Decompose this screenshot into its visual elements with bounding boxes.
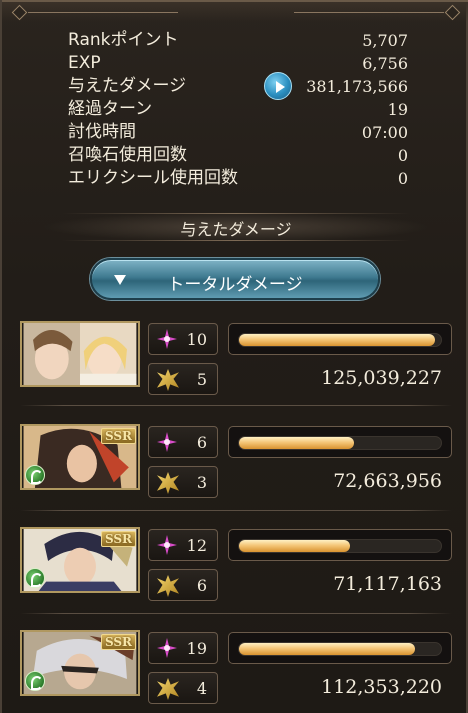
character-row: SSR 19 4 112,353,220 bbox=[2, 630, 468, 713]
ssr-badge: SSR bbox=[100, 428, 136, 444]
stat-summon-uses: 召喚石使用回数 0 bbox=[68, 145, 408, 165]
battle-stats: Rankポイント 5,707 EXP 6,756 与えたダメージ 381,173… bbox=[68, 29, 408, 190]
character-row: 10 5 125,039,227 bbox=[2, 321, 468, 421]
stat-elixir-uses: エリクシール使用回数 0 bbox=[68, 168, 408, 188]
stat-damage-dealt: 与えたダメージ 381,173,566 bbox=[68, 72, 408, 100]
damage-type-dropdown[interactable]: トータルダメージ bbox=[90, 258, 380, 300]
divider bbox=[20, 613, 452, 614]
ougi-count-box: 4 bbox=[148, 672, 218, 704]
divider bbox=[20, 405, 452, 406]
turn-count-box: 19 bbox=[148, 632, 218, 664]
stat-rank-points: Rankポイント 5,707 bbox=[68, 30, 408, 50]
section-title: 与えたダメージ bbox=[180, 220, 292, 239]
wind-element-icon bbox=[25, 568, 45, 588]
character-portrait[interactable]: SSR bbox=[20, 630, 140, 696]
burst-icon bbox=[157, 369, 179, 391]
stat-time: 討伐時間 07:00 bbox=[68, 122, 408, 142]
damage-gauge bbox=[228, 426, 452, 458]
gauge-fill bbox=[239, 334, 435, 346]
turn-count-box: 6 bbox=[148, 426, 218, 458]
damage-value: 72,663,956 bbox=[333, 470, 442, 492]
character-row: SSR 6 3 72,663,956 bbox=[2, 424, 468, 524]
stat-exp: EXP 6,756 bbox=[68, 53, 408, 73]
ougi-count-box: 5 bbox=[148, 363, 218, 395]
dropdown-label: トータルダメージ bbox=[167, 275, 303, 295]
burst-icon bbox=[157, 678, 179, 700]
character-portrait[interactable]: SSR bbox=[20, 527, 140, 593]
character-portrait[interactable] bbox=[20, 321, 140, 387]
turn-count-box: 10 bbox=[148, 323, 218, 355]
turn-count-box: 12 bbox=[148, 529, 218, 561]
result-panel: Rankポイント 5,707 EXP 6,756 与えたダメージ 381,173… bbox=[0, 0, 468, 713]
damage-gauge bbox=[228, 323, 452, 355]
damage-gauge bbox=[228, 529, 452, 561]
wind-element-icon bbox=[25, 465, 45, 485]
damage-gauge bbox=[228, 632, 452, 664]
gauge-fill bbox=[239, 437, 355, 449]
character-row: SSR 12 6 71,117,163 bbox=[2, 527, 468, 627]
burst-icon bbox=[157, 472, 179, 494]
wind-element-icon bbox=[25, 671, 45, 691]
burst-icon bbox=[157, 575, 179, 597]
portrait-art bbox=[23, 323, 137, 385]
damage-value: 112,353,220 bbox=[321, 676, 442, 698]
divider bbox=[20, 510, 452, 511]
play-icon[interactable] bbox=[264, 72, 292, 100]
star-icon bbox=[157, 535, 177, 555]
character-portrait[interactable]: SSR bbox=[20, 424, 140, 490]
star-icon bbox=[157, 329, 177, 349]
damage-value: 125,039,227 bbox=[321, 367, 442, 389]
star-icon bbox=[157, 638, 177, 658]
stat-turns: 経過ターン 19 bbox=[68, 99, 408, 119]
gauge-fill bbox=[239, 540, 351, 552]
ssr-badge: SSR bbox=[100, 634, 136, 650]
damage-value: 71,117,163 bbox=[333, 573, 442, 595]
ssr-badge: SSR bbox=[100, 531, 136, 547]
ougi-count-box: 6 bbox=[148, 569, 218, 601]
star-icon bbox=[157, 432, 177, 452]
gauge-fill bbox=[239, 643, 415, 655]
ougi-count-box: 3 bbox=[148, 466, 218, 498]
top-ornament bbox=[2, 0, 468, 22]
